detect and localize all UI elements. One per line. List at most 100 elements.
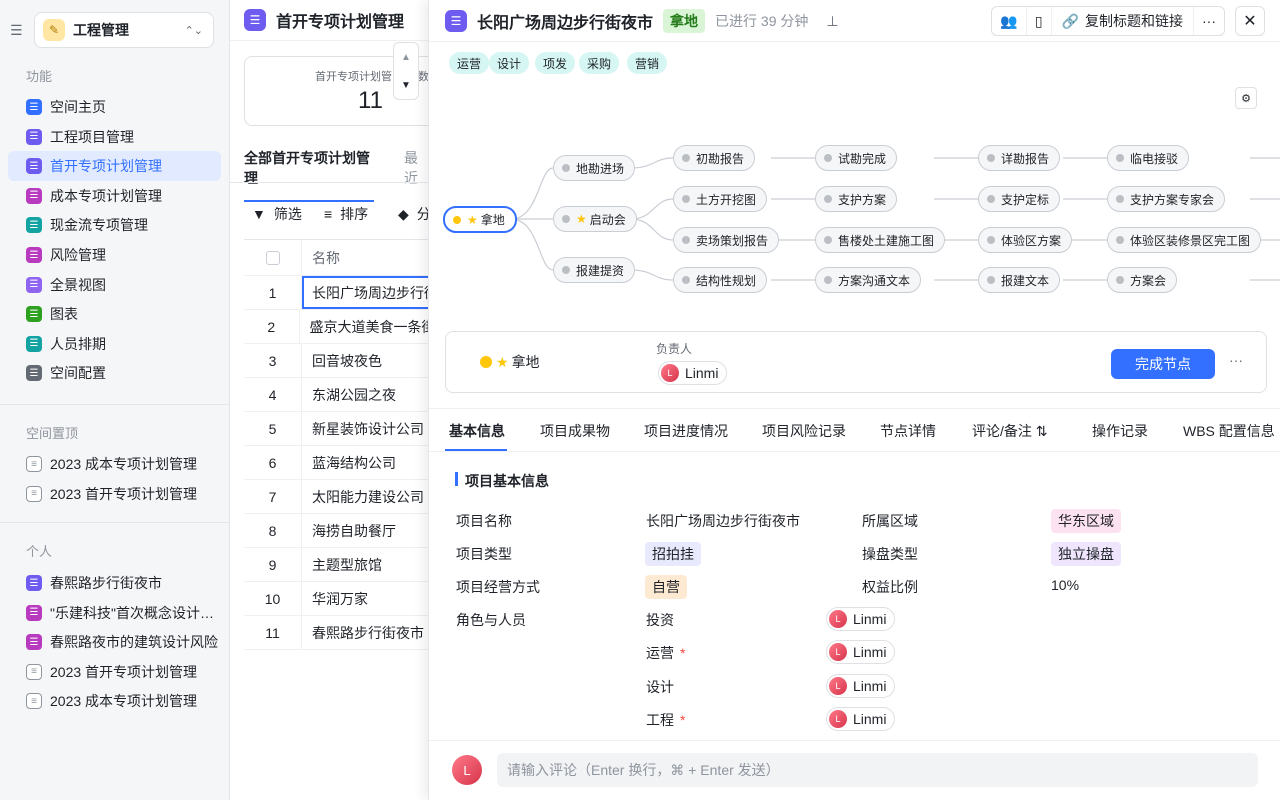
flow-node[interactable]: 地勘进场 [553,155,636,181]
tab[interactable]: 操作记录 [1092,421,1148,441]
table-row[interactable]: 8 海捞自助餐厅 [244,514,430,548]
flow-node[interactable]: ★ 启动会 [553,206,637,232]
more-button[interactable]: ··· [1194,7,1224,35]
flow-node[interactable]: 报建文本 [978,267,1061,293]
owner-pill[interactable]: L Linmi [658,361,728,385]
person-pill[interactable]: L Linmi [826,607,896,631]
row-name[interactable]: 蓝海结构公司 [302,453,396,473]
sidebar-item[interactable]: ☰ 现金流专项管理 [8,210,221,240]
tab[interactable]: WBS 配置信息 [1183,421,1275,441]
flow-node[interactable]: 支护方案 [815,186,898,212]
row-name[interactable]: 盛京大道美食一条街 [300,317,430,337]
table-row[interactable]: 7 太阳能力建设公司 [244,480,430,514]
person-pill[interactable]: L Linmi [826,640,896,665]
table-row[interactable]: 5 新星装饰设计公司 [244,412,430,446]
sidebar-personal-item[interactable]: ☰ 春熙路步行街夜市 [8,568,221,598]
person-pill[interactable]: L Linmi [826,706,896,731]
sidebar-pinned-item[interactable]: ≡ 2023 首开专项计划管理 [8,479,221,509]
filter-button[interactable]: ▼ 筛选 [252,204,302,224]
field-region-tag[interactable]: 华东区域 [1051,509,1121,533]
person-pill[interactable]: L Linmi [826,673,896,698]
table-row[interactable]: 4 东湖公园之夜 [244,378,430,412]
row-name[interactable]: 海捞自助餐厅 [302,521,396,541]
tab[interactable]: 基本信息 [449,421,505,441]
category-chip[interactable]: 采购 [579,52,620,74]
flow-node[interactable]: 体验区装修景区完工图 [1107,227,1262,253]
more-icon[interactable]: ··· [1229,352,1243,368]
flow-node[interactable]: 试勘完成 [815,145,898,171]
sidebar-personal-item[interactable]: ≡ 2023 成本专项计划管理 [8,686,221,716]
table-row[interactable]: 3 回音坡夜色 [244,344,430,378]
field-mode-tag[interactable]: 自营 [645,575,687,599]
sort-button[interactable]: ≡ 排序 [324,204,368,224]
close-button[interactable]: ✕ [1235,6,1265,36]
members-button[interactable]: 👥 [992,7,1027,35]
tab[interactable]: 项目进度情况 [644,421,728,441]
table-row[interactable]: 10 华润万家 [244,582,430,616]
field-equity[interactable]: 10% [1051,577,1079,593]
sidebar-item[interactable]: ☰ 工程项目管理 [8,122,221,152]
flow-node[interactable]: 方案沟通文本 [815,267,922,293]
comment-input[interactable]: 请输入评论（Enter 换行，⌘ + Enter 发送） [497,753,1258,787]
row-name[interactable]: 主题型旅馆 [302,555,382,575]
row-name[interactable]: 春熙路步行街夜市 [302,623,424,643]
flow-node[interactable]: 土方开挖图 [673,186,768,212]
bookmark-button[interactable]: ▯ [1027,7,1052,35]
field-type-tag[interactable]: 招拍挂 [645,542,701,566]
category-chip[interactable]: 运营 [449,52,490,74]
sidebar-pinned-item[interactable]: ≡ 2023 成本专项计划管理 [8,449,221,479]
field-op-tag[interactable]: 独立操盘 [1051,542,1121,566]
pin-icon[interactable]: ⊥ [826,13,838,30]
row-name[interactable]: 太阳能力建设公司 [302,487,424,507]
flow-node[interactable]: 详勘报告 [978,145,1061,171]
workspace-switcher[interactable]: ✎ 工程管理 ⌃⌄ [34,12,214,48]
sidebar-item[interactable]: ☰ 风险管理 [8,240,221,270]
flow-node[interactable]: 售楼处土建施工图 [815,227,946,253]
sidebar-item[interactable]: ☰ 人员排期 [8,329,221,359]
category-chip[interactable]: 营销 [627,52,668,74]
flow-node[interactable]: 支护方案专家会 [1107,186,1226,212]
row-name[interactable]: 华润万家 [302,589,368,609]
sidebar-personal-item[interactable]: ≡ 2023 首开专项计划管理 [8,657,221,687]
sidebar-personal-item[interactable]: ☰ "乐建科技"首次概念设计计... [8,598,221,628]
tab[interactable]: 节点详情 [880,421,936,441]
prev-record-icon[interactable]: ▲ [401,52,411,63]
row-name[interactable]: 新星装饰设计公司 [302,419,424,439]
tab-all[interactable]: 全部首开专项计划管理 [244,148,374,202]
tab[interactable]: 评论/备注 ⇅ [972,421,1048,441]
copy-link-button[interactable]: 🔗 复制标题和链接 [1052,7,1194,35]
flow-node[interactable]: 支护定标 [978,186,1061,212]
tab[interactable]: 项目成果物 [540,421,610,441]
flow-node-root[interactable]: ★ 拿地 [443,206,517,233]
flow-node[interactable]: 卖场策划报告 [673,227,780,253]
row-name[interactable]: 回音坡夜色 [302,351,382,371]
flow-node[interactable]: 体验区方案 [978,227,1073,253]
sidebar-personal-item[interactable]: ☰ 春熙路夜市的建筑设计风险 [8,627,221,657]
sidebar-item[interactable]: ☰ 成本专项计划管理 [8,181,221,211]
field-project-name[interactable]: 长阳广场周边步行街夜市 [646,511,800,531]
flow-node[interactable]: 临电接驳 [1107,145,1190,171]
next-record-icon[interactable]: ▼ [401,80,411,91]
tab-recent[interactable]: 最近 [404,148,430,202]
row-name[interactable]: 长阳广场周边步行街 [302,276,430,309]
complete-node-button[interactable]: 完成节点 [1111,349,1215,379]
tab[interactable]: 项目风险记录 [762,421,846,441]
flow-settings-icon[interactable]: ⚙ [1235,87,1257,109]
row-name[interactable]: 东湖公园之夜 [302,385,396,405]
sidebar-item[interactable]: ☰ 空间主页 [8,92,221,122]
group-button[interactable]: ◆ 分 [398,204,431,224]
sidebar-item[interactable]: ☰ 全景视图 [8,270,221,300]
category-chip[interactable]: 设计 [489,52,530,74]
category-chip[interactable]: 项发 [535,52,576,74]
sidebar-item[interactable]: ☰ 图表 [8,299,221,329]
table-row[interactable]: 6 蓝海结构公司 [244,446,430,480]
table-row[interactable]: 9 主题型旅馆 [244,548,430,582]
table-row[interactable]: 1 长阳广场周边步行街 [244,276,430,310]
flow-node[interactable]: 结构性规划 [673,267,768,293]
flow-node[interactable]: 初勘报告 [673,145,756,171]
sidebar-item[interactable]: ☰ 首开专项计划管理 [8,151,221,182]
flow-node[interactable]: 方案会 [1107,267,1178,293]
table-row[interactable]: 2 盛京大道美食一条街 [244,310,430,344]
column-header-name[interactable]: 名称 [302,248,340,268]
table-row[interactable]: 11 春熙路步行街夜市 [244,616,430,650]
